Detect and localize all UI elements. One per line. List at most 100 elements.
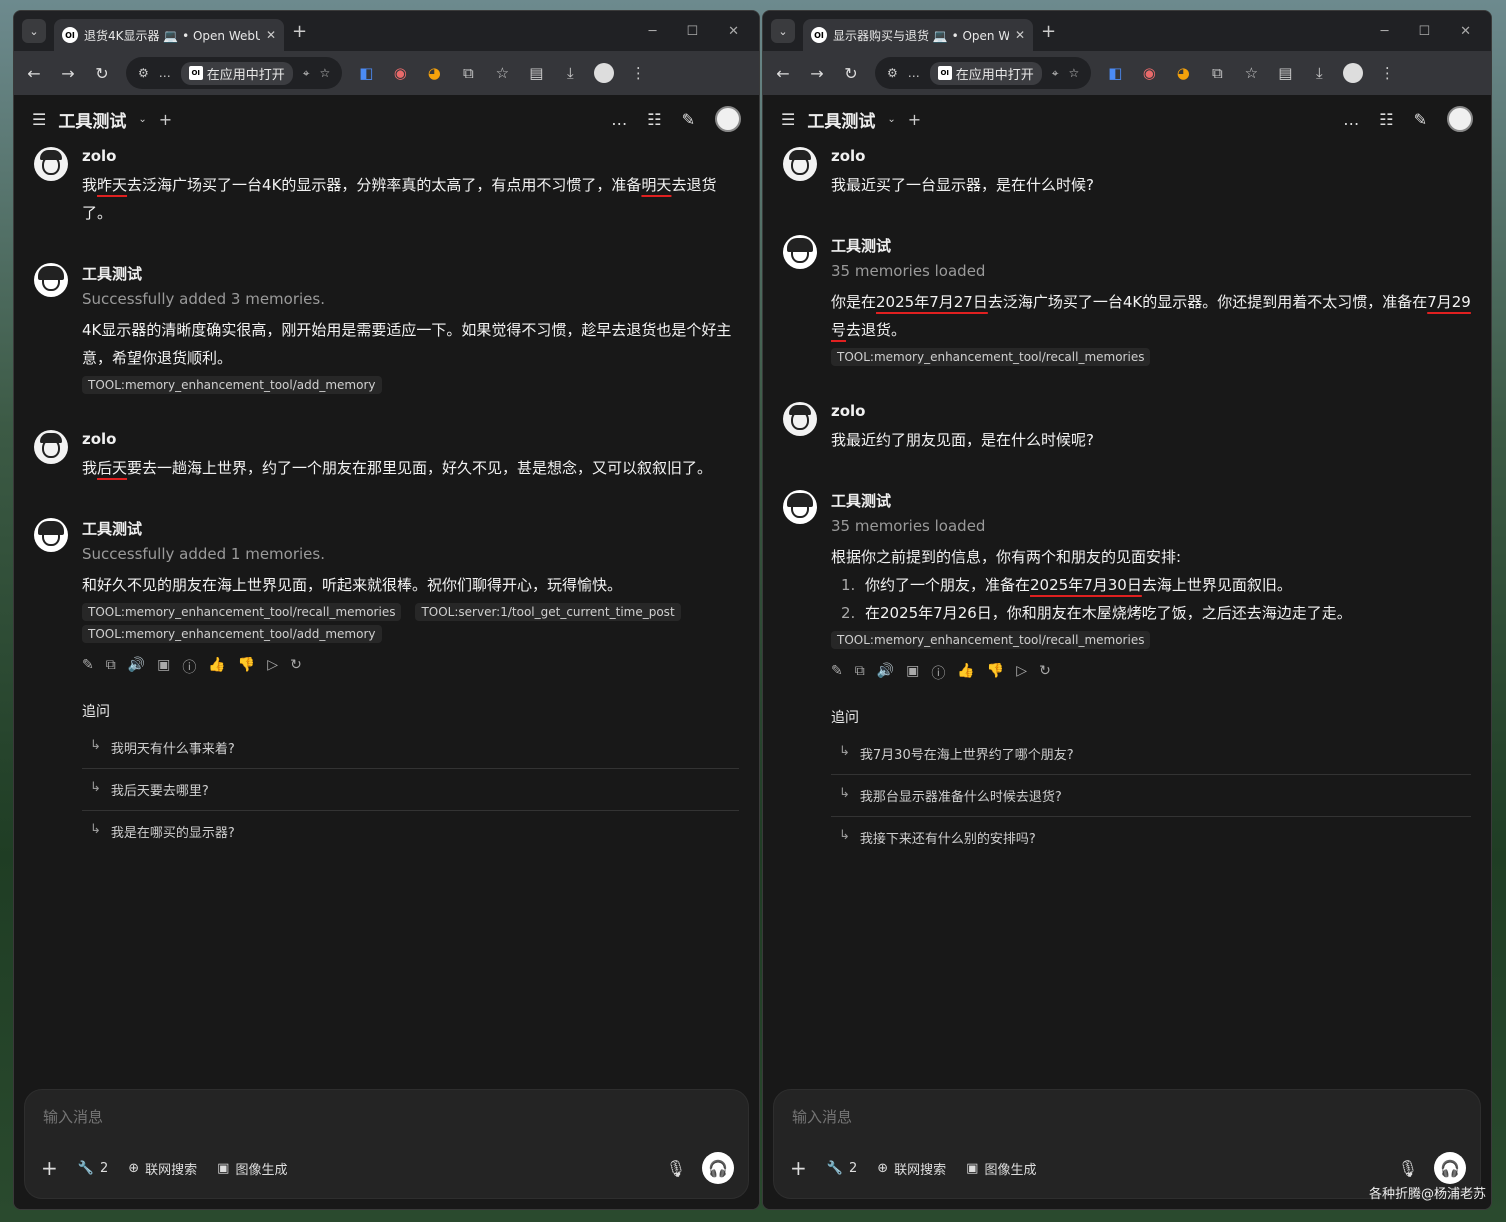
back-icon[interactable]: ← xyxy=(773,64,793,83)
follow-up-item[interactable]: ↳ 我是在哪买的显示器? xyxy=(82,811,739,852)
reading-list-icon[interactable]: ▤ xyxy=(1275,64,1295,82)
model-selector[interactable]: 工具测试 xyxy=(58,107,126,132)
follow-up-item[interactable]: ↳ 我那台显示器准备什么时候去退货? xyxy=(831,775,1471,817)
info-icon[interactable]: ⓘ xyxy=(182,657,196,677)
controls-sliders-icon[interactable]: ☷ xyxy=(647,110,661,129)
reading-list-icon[interactable]: ▤ xyxy=(526,64,546,82)
info-icon[interactable]: ⓘ xyxy=(931,663,945,683)
thumbs-up-icon[interactable]: 👍 xyxy=(957,663,974,683)
add-model-icon[interactable]: + xyxy=(908,110,921,129)
location-icon[interactable]: ⌖ xyxy=(303,66,310,81)
close-tab-icon[interactable]: ✕ xyxy=(266,28,276,42)
image-gen-button[interactable]: ▣ 图像生成 xyxy=(966,1159,1036,1178)
address-bar[interactable]: ⚙ … OI 在应用中打开 ⌖ ☆ xyxy=(126,57,343,89)
tab-search-icon[interactable]: ⌄ xyxy=(22,19,46,43)
play-icon[interactable]: ▷ xyxy=(1016,663,1027,683)
image-icon[interactable]: ▣ xyxy=(906,663,919,683)
close-window-icon[interactable]: ✕ xyxy=(1460,24,1471,39)
follow-up-item[interactable]: ↳ 我7月30号在海上世界约了哪个朋友? xyxy=(831,733,1471,775)
thumbs-up-icon[interactable]: 👍 xyxy=(208,657,225,677)
tool-call-chip[interactable]: TOOL:memory_enhancement_tool/recall_memo… xyxy=(831,348,1151,366)
extension-translate-icon[interactable]: ◧ xyxy=(356,64,376,82)
voice-mode-headphone-icon[interactable]: 🎧 xyxy=(1434,1152,1466,1184)
more-options-icon[interactable]: … xyxy=(611,110,627,129)
add-model-icon[interactable]: + xyxy=(159,110,172,129)
tool-call-chip[interactable]: TOOL:memory_enhancement_tool/recall_memo… xyxy=(831,631,1151,649)
site-settings-icon[interactable]: ⚙ xyxy=(138,66,149,80)
bookmark-star-icon[interactable]: ☆ xyxy=(1069,66,1080,80)
new-chat-icon[interactable]: ✎ xyxy=(682,110,695,129)
sidebar-toggle-icon[interactable]: ☰ xyxy=(781,110,795,129)
extensions-puzzle-icon[interactable]: ⧉ xyxy=(458,64,478,82)
tools-button[interactable]: 🔧 2 xyxy=(78,1161,108,1176)
extension-translate-icon[interactable]: ◧ xyxy=(1105,64,1125,82)
close-window-icon[interactable]: ✕ xyxy=(728,24,739,39)
message-input[interactable] xyxy=(792,1108,1357,1126)
message-input[interactable] xyxy=(43,1108,622,1126)
regenerate-icon[interactable]: ↻ xyxy=(1039,663,1051,683)
edit-icon[interactable]: ✎ xyxy=(82,657,94,677)
download-icon[interactable]: ⤓ xyxy=(560,64,580,82)
download-icon[interactable]: ⤓ xyxy=(1309,64,1329,82)
follow-up-item[interactable]: ↳ 我明天有什么事来着? xyxy=(82,727,739,769)
extension-glasses-icon[interactable]: ◉ xyxy=(1139,64,1159,82)
play-icon[interactable]: ▷ xyxy=(267,657,278,677)
open-in-app-button[interactable]: OI 在应用中打开 xyxy=(180,61,293,85)
chevron-down-icon[interactable]: ⌄ xyxy=(887,114,895,125)
location-icon[interactable]: ⌖ xyxy=(1052,66,1059,81)
maximize-icon[interactable]: ☐ xyxy=(1418,24,1430,39)
extension-clock-icon[interactable]: ◕ xyxy=(1173,64,1193,82)
tab-search-icon[interactable]: ⌄ xyxy=(771,19,795,43)
model-selector[interactable]: 工具测试 xyxy=(807,107,875,132)
forward-icon[interactable]: → xyxy=(807,64,827,83)
maximize-icon[interactable]: ☐ xyxy=(686,24,698,39)
site-settings-icon[interactable]: ⚙ xyxy=(887,66,898,80)
copy-icon[interactable]: ⧉ xyxy=(106,657,116,677)
follow-up-item[interactable]: ↳ 我后天要去哪里? xyxy=(82,769,739,811)
extension-clock-icon[interactable]: ◕ xyxy=(424,64,444,82)
favorites-icon[interactable]: ☆ xyxy=(1241,64,1261,82)
controls-sliders-icon[interactable]: ☷ xyxy=(1379,110,1393,129)
speak-icon[interactable]: 🔊 xyxy=(877,663,894,683)
forward-icon[interactable]: → xyxy=(58,64,78,83)
web-search-button[interactable]: ⊕ 联网搜索 xyxy=(877,1159,946,1178)
microphone-icon[interactable]: 🎙 xyxy=(666,1159,686,1178)
follow-up-item[interactable]: ↳ 我接下来还有什么别的安排吗? xyxy=(831,817,1471,858)
edit-icon[interactable]: ✎ xyxy=(831,663,843,683)
thumbs-down-icon[interactable]: 👎 xyxy=(987,663,1004,683)
voice-mode-headphone-icon[interactable]: 🎧 xyxy=(702,1152,734,1184)
thumbs-down-icon[interactable]: 👎 xyxy=(238,657,255,677)
user-avatar[interactable] xyxy=(1447,106,1473,132)
address-bar[interactable]: ⚙ … OI 在应用中打开 ⌖ ☆ xyxy=(875,57,1092,89)
tool-call-chip[interactable]: TOOL:memory_enhancement_tool/add_memory xyxy=(82,625,382,643)
tool-call-chip[interactable]: TOOL:memory_enhancement_tool/recall_memo… xyxy=(82,603,402,621)
profile-avatar[interactable] xyxy=(594,63,615,83)
menu-kebab-icon[interactable]: ⋮ xyxy=(628,64,648,82)
close-tab-icon[interactable]: ✕ xyxy=(1015,28,1025,42)
tool-call-chip[interactable]: TOOL:memory_enhancement_tool/add_memory xyxy=(82,376,382,394)
open-in-app-button[interactable]: OI 在应用中打开 xyxy=(929,61,1042,85)
reload-icon[interactable]: ↻ xyxy=(841,64,861,83)
image-gen-button[interactable]: ▣ 图像生成 xyxy=(217,1159,287,1178)
minimize-icon[interactable]: ─ xyxy=(649,24,657,39)
reload-icon[interactable]: ↻ xyxy=(92,64,112,83)
favorites-icon[interactable]: ☆ xyxy=(492,64,512,82)
attach-plus-icon[interactable]: + xyxy=(41,1156,58,1180)
new-tab-icon[interactable]: + xyxy=(1041,21,1056,42)
menu-kebab-icon[interactable]: ⋮ xyxy=(1377,64,1397,82)
web-search-button[interactable]: ⊕ 联网搜索 xyxy=(128,1159,197,1178)
back-icon[interactable]: ← xyxy=(24,64,44,83)
browser-tab[interactable]: OI 显示器购买与退货 💻 • Open WebUI ✕ xyxy=(803,19,1033,51)
bookmark-star-icon[interactable]: ☆ xyxy=(320,66,331,80)
image-icon[interactable]: ▣ xyxy=(157,657,170,677)
more-options-icon[interactable]: … xyxy=(1343,110,1359,129)
browser-tab[interactable]: OI 退货4K显示器 💻 • Open WebUI ✕ xyxy=(54,19,284,51)
microphone-icon[interactable]: 🎙 xyxy=(1398,1159,1418,1178)
new-chat-icon[interactable]: ✎ xyxy=(1414,110,1427,129)
extension-glasses-icon[interactable]: ◉ xyxy=(390,64,410,82)
tools-button[interactable]: 🔧 2 xyxy=(827,1161,857,1176)
new-tab-icon[interactable]: + xyxy=(292,21,307,42)
tool-call-chip[interactable]: TOOL:server:1/tool_get_current_time_post xyxy=(415,603,681,621)
regenerate-icon[interactable]: ↻ xyxy=(290,657,302,677)
chevron-down-icon[interactable]: ⌄ xyxy=(138,114,146,125)
